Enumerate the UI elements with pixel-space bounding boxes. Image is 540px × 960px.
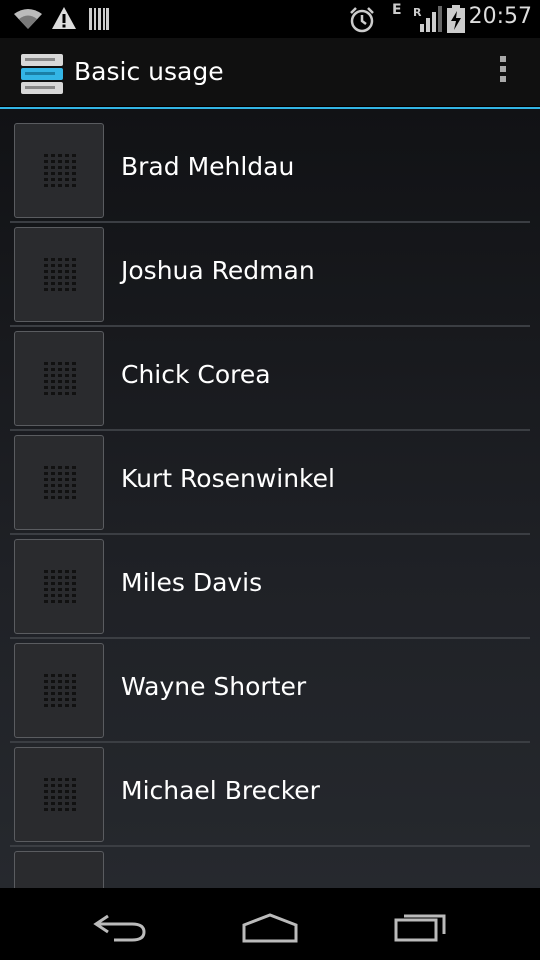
list-item-label: Chick Corea (121, 360, 271, 389)
grip-icon (44, 778, 76, 811)
wifi-icon (14, 9, 42, 29)
grip-icon (44, 674, 76, 707)
drag-sort-list[interactable]: Brad Mehldau Joshua Redman Chick Corea K… (0, 109, 540, 888)
grip-icon (44, 570, 76, 603)
overflow-dot (500, 66, 506, 72)
drag-handle[interactable] (14, 331, 104, 426)
drag-handle[interactable] (14, 747, 104, 842)
list-item[interactable]: Chick Corea (10, 327, 530, 431)
grip-icon (44, 466, 76, 499)
drag-handle[interactable] (14, 851, 104, 888)
battery-icon (447, 5, 465, 33)
drag-handle[interactable] (14, 539, 104, 634)
status-bar: E R 20:57 (0, 0, 540, 38)
list-item-label: Kurt Rosenwinkel (121, 464, 335, 493)
app-list-icon[interactable] (20, 52, 64, 96)
list-item-label: Miles Davis (121, 568, 263, 597)
list-item[interactable]: Michael Brecker (10, 743, 530, 847)
overflow-dot (500, 56, 506, 62)
overflow-dot (500, 76, 506, 82)
drag-handle[interactable] (14, 227, 104, 322)
drag-handle[interactable] (14, 643, 104, 738)
list-item[interactable]: Miles Davis (10, 535, 530, 639)
back-icon[interactable] (92, 910, 148, 946)
home-icon[interactable] (242, 910, 298, 946)
list-item-label: Brad Mehldau (121, 152, 295, 181)
navigation-bar (0, 888, 540, 960)
grip-icon (44, 258, 76, 291)
network-type-label: E (392, 2, 402, 18)
list-item-label: Wayne Shorter (121, 672, 307, 701)
drag-handle[interactable] (14, 435, 104, 530)
list-item[interactable] (10, 847, 530, 888)
action-bar: Basic usage (0, 38, 540, 110)
alarm-icon (350, 7, 374, 33)
signal-icon (420, 6, 442, 32)
list-item[interactable]: Kurt Rosenwinkel (10, 431, 530, 535)
list-item[interactable]: Joshua Redman (10, 223, 530, 327)
page-title: Basic usage (74, 57, 224, 86)
recents-icon[interactable] (394, 908, 448, 944)
drag-handle[interactable] (14, 123, 104, 218)
list-item[interactable]: Wayne Shorter (10, 639, 530, 743)
list-item-label: Michael Brecker (121, 776, 320, 805)
warning-icon (52, 7, 76, 29)
barcode-icon (89, 8, 109, 30)
grip-icon (44, 362, 76, 395)
list-item[interactable]: Brad Mehldau (10, 119, 530, 223)
status-time: 20:57 (468, 4, 532, 29)
grip-icon (44, 154, 76, 187)
overflow-menu-button[interactable] (496, 56, 510, 90)
list-item-label: Joshua Redman (121, 256, 315, 285)
